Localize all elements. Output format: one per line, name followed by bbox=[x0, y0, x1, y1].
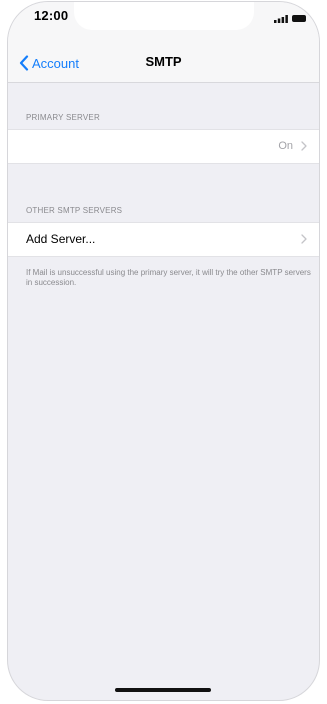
add-server-row[interactable]: Add Server... bbox=[8, 222, 319, 257]
primary-server-header: PRIMARY SERVER bbox=[26, 113, 100, 122]
signal-icon bbox=[274, 15, 288, 23]
status-time: 12:00 bbox=[34, 8, 69, 23]
chevron-right-icon bbox=[301, 234, 307, 244]
status-bar: 12:00 bbox=[8, 2, 319, 42]
chevron-right-icon bbox=[301, 141, 307, 151]
navigation-bar: Account SMTP bbox=[8, 42, 319, 83]
primary-server-value: On bbox=[278, 140, 293, 152]
add-server-label: Add Server... bbox=[26, 232, 96, 246]
battery-icon bbox=[292, 15, 306, 22]
page-title: SMTP bbox=[145, 54, 182, 69]
home-indicator[interactable] bbox=[115, 688, 211, 692]
smtp-footer-note: If Mail is unsuccessful using the primar… bbox=[26, 268, 311, 287]
primary-server-row[interactable]: On bbox=[8, 129, 319, 164]
notch bbox=[74, 2, 254, 30]
phone-screen: 12:00 Account SMTP PRIMARY SERVER On OTH… bbox=[8, 2, 319, 700]
other-smtp-servers-header: OTHER SMTP SERVERS bbox=[26, 206, 123, 215]
